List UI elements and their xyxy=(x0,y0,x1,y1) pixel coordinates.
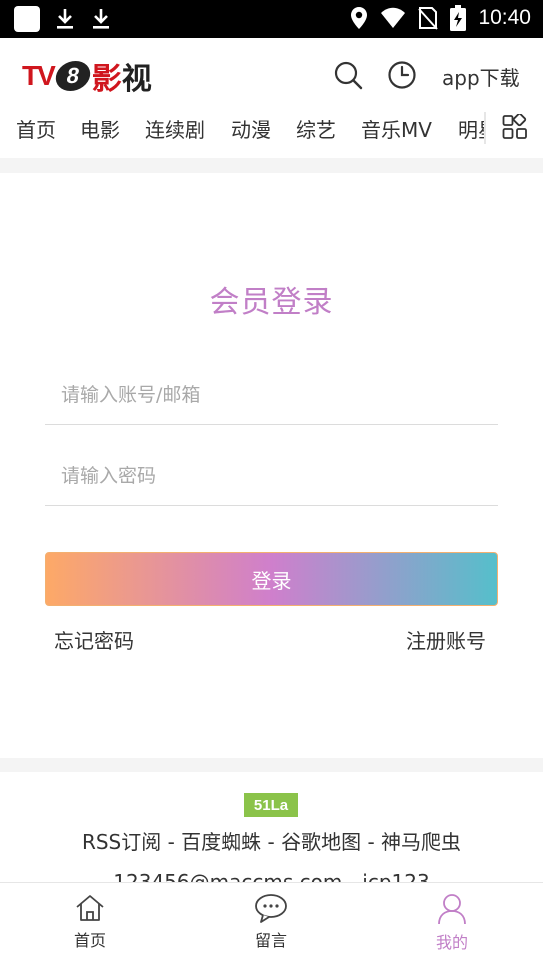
nav-item-movies[interactable]: 电影 xyxy=(80,114,120,143)
stats-badge[interactable]: 51La xyxy=(244,793,298,817)
register-link[interactable]: 注册账号 xyxy=(406,625,486,654)
account-input[interactable] xyxy=(45,365,498,424)
page-title: 会员登录 xyxy=(209,285,334,320)
tab-home[interactable]: 首页 xyxy=(30,883,150,965)
download-icon xyxy=(54,7,76,31)
wifi-icon xyxy=(381,7,406,28)
nav-item-anime[interactable]: 动漫 xyxy=(231,114,271,143)
bottom-tab-bar: 首页 留言 我的 xyxy=(0,882,543,965)
logo-tv-text: TV xyxy=(22,60,56,91)
password-field xyxy=(45,446,498,506)
search-icon[interactable] xyxy=(333,60,363,90)
footer-links[interactable]: RSS订阅 - 百度蜘蛛 - 谷歌地图 - 神马爬虫 xyxy=(0,826,543,855)
app-download-link[interactable]: app下载 xyxy=(442,62,520,91)
login-panel: 会员登录 登录 忘记密码 注册账号 xyxy=(0,173,543,758)
battery-icon xyxy=(450,5,467,31)
logo-text: 影视 xyxy=(91,62,152,97)
site-logo[interactable]: TV 8 影视 xyxy=(22,58,152,97)
account-field xyxy=(45,365,498,425)
history-icon[interactable] xyxy=(387,60,417,90)
password-input[interactable] xyxy=(45,446,498,505)
logo-eight: 8 xyxy=(53,61,93,91)
forgot-password-link[interactable]: 忘记密码 xyxy=(54,625,134,654)
nav-item-stars[interactable]: 明星 xyxy=(458,114,486,143)
nav-divider xyxy=(484,112,486,144)
tab-profile[interactable]: 我的 xyxy=(392,883,512,965)
tab-label: 首页 xyxy=(73,931,106,950)
category-nav: 首页 电影 连续剧 动漫 综艺 音乐MV 明星 xyxy=(0,108,486,148)
clock-time: 10:40 xyxy=(478,6,531,29)
download-icon xyxy=(90,7,112,31)
status-bar: 10:40 xyxy=(0,0,543,38)
nav-item-music-mv[interactable]: 音乐MV xyxy=(361,114,432,143)
login-button[interactable]: 登录 xyxy=(45,552,498,606)
notification-app-icon xyxy=(14,6,40,32)
location-icon xyxy=(351,7,368,29)
tab-label: 留言 xyxy=(254,931,287,950)
message-icon xyxy=(255,894,287,923)
nav-item-home[interactable]: 首页 xyxy=(16,114,56,143)
tab-label: 我的 xyxy=(435,933,468,952)
nav-item-variety[interactable]: 综艺 xyxy=(296,114,336,143)
home-icon xyxy=(76,895,104,921)
user-icon xyxy=(438,894,466,925)
no-sim-icon xyxy=(418,7,439,30)
tab-messages[interactable]: 留言 xyxy=(211,883,331,965)
category-grid-icon[interactable] xyxy=(502,114,528,140)
site-header: TV 8 影视 app下载 首页 电影 连续剧 动漫 综艺 音乐MV 明星 xyxy=(0,38,543,158)
nav-item-series[interactable]: 连续剧 xyxy=(145,114,205,143)
